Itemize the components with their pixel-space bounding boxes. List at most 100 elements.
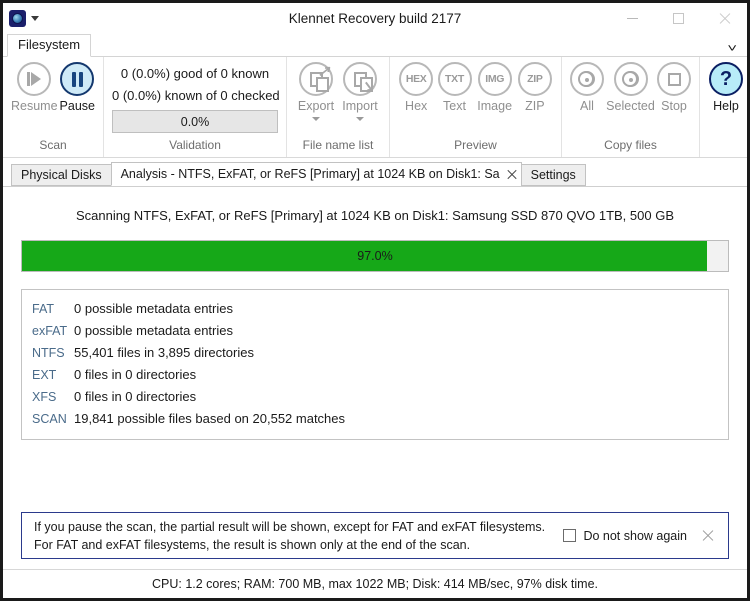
result-detail: 0 possible metadata entries [74, 301, 233, 316]
ribbon-group-preview-label: Preview [454, 138, 497, 152]
hex-icon-tag: HEX [405, 73, 427, 85]
chevron-down-icon[interactable] [356, 117, 364, 121]
result-fs-label: exFAT [32, 324, 68, 338]
result-detail: 0 files in 0 directories [74, 389, 197, 404]
result-fs-label: SCAN [32, 412, 67, 426]
minimize-button[interactable] [609, 3, 655, 34]
tab-analysis[interactable]: Analysis - NTFS, ExFAT, or ReFS [Primary… [110, 162, 522, 186]
document-tab-bar: Physical Disks Analysis - NTFS, ExFAT, o… [3, 158, 747, 187]
application-window: Klennet Recovery build 2177 Filesystem ˅… [0, 0, 750, 601]
zip-icon-tag: ZIP [527, 73, 543, 85]
notification-message: If you pause the scan, the partial resul… [34, 518, 545, 554]
copy-all-button[interactable]: All [570, 62, 604, 113]
zip-icon: ZIP [517, 62, 552, 96]
notification-line-1: If you pause the scan, the partial resul… [34, 519, 546, 534]
chevron-down-icon[interactable] [312, 117, 320, 121]
minimize-icon [626, 18, 638, 19]
image-icon: IMG [477, 62, 512, 96]
chevron-down-icon[interactable] [31, 16, 39, 21]
ribbon-group-file-name-list-body: ↗ Export ↘ Import [287, 57, 389, 135]
hex-preview-button-label: Hex [405, 99, 428, 113]
tab-settings-label: Settings [530, 168, 576, 182]
result-fs-label: XFS [32, 390, 57, 404]
table-row: exFAT 0 possible metadata entries [22, 320, 728, 342]
scan-results-panel: FAT 0 possible metadata entries exFAT 0 … [21, 289, 729, 440]
disk-drive-icon [9, 10, 26, 27]
stop-icon [657, 62, 691, 96]
validation-progress-label: 0.0% [180, 114, 210, 129]
tab-physical-disks[interactable]: Physical Disks [11, 164, 112, 186]
tab-physical-disks-label: Physical Disks [21, 168, 102, 182]
close-icon[interactable] [506, 169, 517, 180]
scan-status-text: Scanning NTFS, ExFAT, or ReFS [Primary] … [75, 208, 674, 223]
copy-stop-button[interactable]: Stop [657, 62, 691, 113]
ribbon-group-copy-files-label: Copy files [604, 138, 657, 152]
table-row: SCAN 19,841 possible files based on 20,5… [22, 408, 728, 430]
quick-access-toolbar[interactable] [3, 10, 39, 27]
ribbon-group-help: ? Help [700, 57, 750, 157]
export-button[interactable]: ↗ Export [295, 62, 337, 121]
ribbon-group-help-label [700, 135, 750, 157]
scan-progress-label: 97.0% [357, 249, 393, 263]
image-icon-tag: IMG [485, 73, 505, 85]
image-preview-button[interactable]: IMG Image [475, 62, 515, 113]
hex-preview-button[interactable]: HEX Hex [398, 62, 434, 113]
ribbon-group-copy-files-body: All Selected Stop [562, 57, 699, 135]
ribbon-group-validation-label: Validation [169, 138, 221, 152]
pause-button[interactable]: Pause [60, 62, 95, 113]
help-button[interactable]: ? Help [708, 62, 744, 113]
text-preview-button-label: Text [443, 99, 466, 113]
ribbon-group-file-name-list: ↗ Export ↘ Import File name list [287, 57, 390, 157]
table-row: XFS 0 files in 0 directories [22, 386, 728, 408]
result-detail: 0 possible metadata entries [74, 323, 233, 338]
text-icon-tag: TXT [445, 73, 464, 85]
copy-selected-button[interactable]: Selected [606, 62, 655, 113]
ribbon-group-scan-label: Scan [39, 138, 67, 152]
text-preview-button[interactable]: TXT Text [436, 62, 472, 113]
validation-good-line: 0 (0.0%) good of 0 known [120, 66, 270, 81]
result-detail: 19,841 possible files based on 20,552 ma… [74, 411, 346, 426]
validation-known-line: 0 (0.0%) known of 0 checked [112, 88, 280, 103]
ribbon-group-file-name-list-label: File name list [302, 138, 374, 152]
do-not-show-again-label: Do not show again [583, 528, 687, 543]
ribbon-tab-filesystem[interactable]: Filesystem [7, 34, 92, 57]
pause-icon [60, 62, 95, 96]
copy-all-icon [570, 62, 604, 96]
copy-stop-button-label: Stop [661, 99, 687, 113]
image-preview-button-label: Image [477, 99, 513, 113]
do-not-show-again-checkbox[interactable]: Do not show again [563, 529, 687, 543]
ribbon-group-scan-body: Resume Pause [3, 57, 103, 135]
checkbox-icon[interactable] [563, 529, 577, 542]
window-controls [609, 3, 747, 34]
close-button[interactable] [701, 3, 747, 34]
main-content: Scanning NTFS, ExFAT, or ReFS [Primary] … [3, 187, 747, 569]
tab-analysis-label: Analysis - NTFS, ExFAT, or ReFS [Primary… [120, 167, 500, 181]
resume-button[interactable]: Resume [11, 62, 58, 113]
notification-bar: If you pause the scan, the partial resul… [21, 512, 729, 559]
copy-all-button-label: All [580, 99, 594, 113]
import-button[interactable]: ↘ Import [339, 62, 381, 121]
result-detail: 55,401 files in 3,895 directories [74, 345, 254, 360]
resume-button-label: Resume [11, 99, 58, 113]
notification-line-2: For FAT and exFAT filesystems, the resul… [34, 537, 471, 552]
notification-actions: Do not show again [563, 529, 718, 543]
import-icon: ↘ [343, 62, 377, 96]
table-row: FAT 0 possible metadata entries [22, 298, 728, 320]
maximize-button[interactable] [655, 3, 701, 34]
result-fs-label: FAT [32, 302, 54, 316]
export-icon: ↗ [299, 62, 333, 96]
scan-progress-bar: 97.0% [21, 240, 729, 272]
status-bar: CPU: 1.2 cores; RAM: 700 MB, max 1022 MB… [3, 569, 747, 598]
zip-preview-button[interactable]: ZIP ZIP [517, 62, 553, 113]
result-fs-label: NTFS [32, 346, 65, 360]
close-icon[interactable] [701, 529, 714, 542]
result-detail: 0 files in 0 directories [74, 367, 197, 382]
status-bar-text: CPU: 1.2 cores; RAM: 700 MB, max 1022 MB… [152, 577, 598, 591]
validation-progress-bar: 0.0% [112, 110, 278, 133]
tab-settings[interactable]: Settings [520, 164, 586, 186]
play-icon [17, 62, 52, 96]
chevron-down-icon[interactable]: ˅ [727, 42, 737, 56]
ribbon-group-help-body: ? Help [700, 57, 750, 135]
text-icon: TXT [437, 62, 472, 96]
zip-preview-button-label: ZIP [525, 99, 545, 113]
